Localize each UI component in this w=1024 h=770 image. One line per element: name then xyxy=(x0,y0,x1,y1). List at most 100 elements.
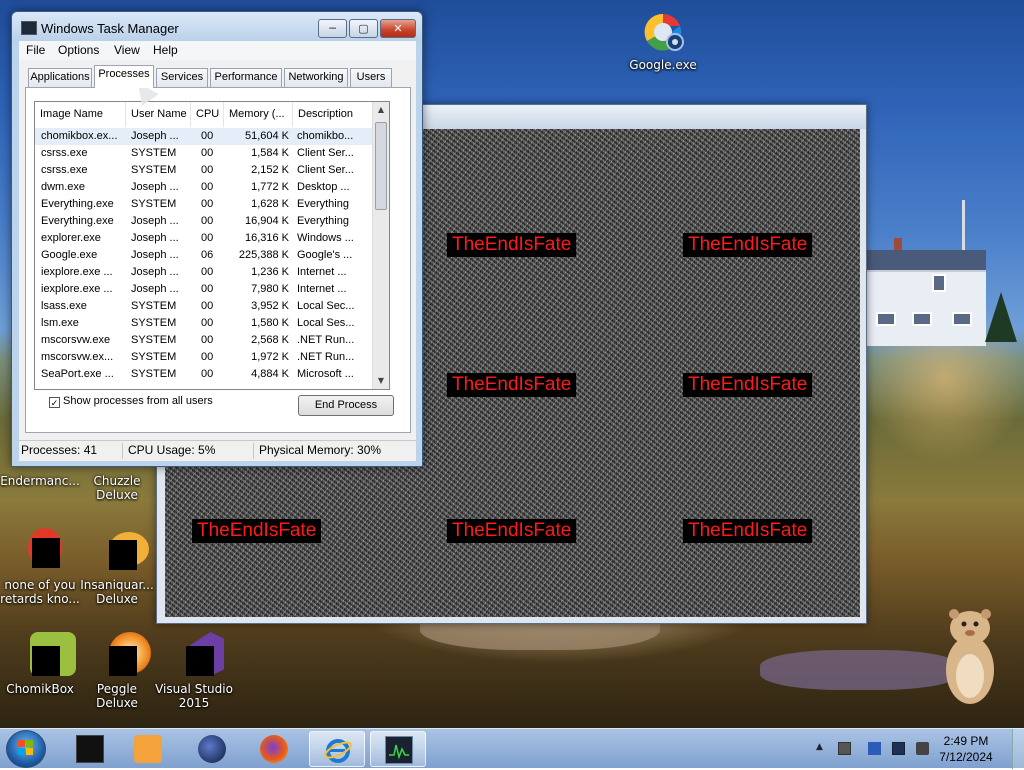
taskbar-item-internet-explorer[interactable] xyxy=(309,731,365,767)
process-cpu: 00 xyxy=(201,368,214,380)
tab-processes[interactable]: Processes xyxy=(94,65,154,88)
process-row[interactable]: Everything.exe SYSTEM 00 1,628 K Everything xyxy=(35,196,374,213)
process-row[interactable]: csrss.exe SYSTEM 00 1,584 K Client Ser... xyxy=(35,145,374,162)
column-header-cpu[interactable]: CPU xyxy=(191,102,224,127)
task-manager-icon xyxy=(21,21,37,35)
app-icon xyxy=(16,528,64,576)
process-row[interactable]: iexplore.exe ... Joseph ... 00 1,236 K Inter… xyxy=(35,264,374,281)
desktop-icon-chuzzle[interactable]: Chuzzle Deluxe xyxy=(77,474,157,502)
show-desktop-button[interactable] xyxy=(1012,729,1024,769)
process-image-name: explorer.exe xyxy=(41,232,101,244)
start-button[interactable] xyxy=(6,730,46,768)
process-row[interactable]: lsass.exe SYSTEM 00 3,952 K Local Sec... xyxy=(35,298,374,315)
show-all-processes-checkbox[interactable]: ✓ Show processes from all users xyxy=(49,395,213,408)
menu-file[interactable]: File xyxy=(26,43,45,57)
title-bar[interactable]: Windows Task Manager ─ ▢ ✕ xyxy=(12,12,422,42)
task-manager-window[interactable]: Windows Task Manager ─ ▢ ✕ File Options … xyxy=(11,11,423,467)
desktop-icon-peggle[interactable]: Peggle Deluxe xyxy=(77,632,157,710)
process-description: Internet ... xyxy=(297,283,347,295)
monitor-icon[interactable] xyxy=(892,742,905,755)
process-cpu: 00 xyxy=(201,266,214,278)
pine-tree xyxy=(985,292,1017,342)
vertical-scrollbar[interactable]: ▲ ▼ xyxy=(372,102,389,389)
process-cpu: 00 xyxy=(201,198,214,210)
task-manager-icon xyxy=(385,736,413,764)
desktop-icon-visual-studio[interactable]: Visual Studio 2015 xyxy=(154,632,234,710)
process-row[interactable]: iexplore.exe ... Joseph ... 00 7,980 K Inter… xyxy=(35,281,374,298)
process-row[interactable]: SeaPort.exe ... SYSTEM 00 4,884 K Microsoft … xyxy=(35,366,374,383)
checkbox-check-icon: ✓ xyxy=(49,397,60,408)
process-row[interactable]: Google.exe Joseph ... 06 225,388 K Google's … xyxy=(35,247,374,264)
desktop-icon-google[interactable]: Google.exe xyxy=(623,8,703,72)
process-memory: 1,584 K xyxy=(251,147,289,159)
process-description: .NET Run... xyxy=(297,351,355,363)
rock xyxy=(760,650,960,690)
column-header-memory[interactable]: Memory (... xyxy=(224,102,293,127)
process-memory: 1,580 K xyxy=(251,317,289,329)
tab-networking[interactable]: Networking xyxy=(284,68,348,87)
process-memory: 2,152 K xyxy=(251,164,289,176)
process-image-name: lsm.exe xyxy=(41,317,79,329)
menu-help[interactable]: Help xyxy=(153,43,178,57)
process-memory: 4,884 K xyxy=(251,368,289,380)
tab-applications[interactable]: Applications xyxy=(28,68,92,87)
process-cpu: 00 xyxy=(201,300,214,312)
storage-icon[interactable] xyxy=(838,742,851,755)
menu-view[interactable]: View xyxy=(114,43,140,57)
process-description: Microsoft ... xyxy=(297,368,354,380)
process-memory: 3,952 K xyxy=(251,300,289,312)
close-button[interactable]: ✕ xyxy=(380,19,416,38)
process-row[interactable]: mscorsvw.ex... SYSTEM 00 1,972 K .NET Run... xyxy=(35,349,374,366)
process-row[interactable]: lsm.exe SYSTEM 00 1,580 K Local Ses... xyxy=(35,315,374,332)
tab-users[interactable]: Users xyxy=(350,68,392,87)
process-memory: 51,604 K xyxy=(244,130,289,142)
scrollbar-thumb[interactable] xyxy=(375,122,387,210)
bluetooth-icon[interactable] xyxy=(868,742,881,755)
process-cpu: 00 xyxy=(201,215,214,227)
process-description: Client Ser... xyxy=(297,164,354,176)
process-memory: 1,972 K xyxy=(251,351,289,363)
process-user-name: Joseph ... xyxy=(131,181,179,193)
maximize-button[interactable]: ▢ xyxy=(349,19,378,38)
process-row[interactable]: Everything.exe Joseph ... 00 16,904 K Everyt… xyxy=(35,213,374,230)
column-header-user-name[interactable]: User Name xyxy=(126,102,191,127)
process-row[interactable]: dwm.exe Joseph ... 00 1,772 K Desktop ... xyxy=(35,179,374,196)
process-image-name: iexplore.exe ... xyxy=(41,283,113,295)
desktop-icon-none-of-you[interactable]: none of you retards kno... xyxy=(0,528,80,606)
column-header-image-name[interactable]: Image Name xyxy=(35,102,126,127)
process-row[interactable]: csrss.exe SYSTEM 00 2,152 K Client Ser... xyxy=(35,162,374,179)
process-memory: 2,568 K xyxy=(251,334,289,346)
minimize-button[interactable]: ─ xyxy=(318,19,347,38)
process-list[interactable]: Image Name User Name CPU Memory (... Des… xyxy=(34,101,390,390)
menu-options[interactable]: Options xyxy=(58,43,99,57)
window-title: Windows Task Manager xyxy=(41,21,179,36)
globe-icon xyxy=(198,735,226,763)
column-header-description[interactable]: Description xyxy=(293,102,373,127)
clock-time: 2:49 PM xyxy=(943,734,989,748)
desktop-icon-insaniquarium[interactable]: Insaniquar... Deluxe xyxy=(77,528,157,606)
tab-performance[interactable]: Performance xyxy=(210,68,282,87)
close-icon: ✕ xyxy=(393,22,403,35)
taskbar-item-task-manager[interactable] xyxy=(370,731,426,767)
taskbar-item-globe[interactable] xyxy=(184,731,240,767)
status-physical-memory: Physical Memory: 30% xyxy=(259,443,382,457)
process-row[interactable]: explorer.exe Joseph ... 00 16,316 K Windows … xyxy=(35,230,374,247)
process-user-name: SYSTEM xyxy=(131,300,177,312)
taskbar-item-cmd[interactable] xyxy=(62,731,118,767)
scroll-up-icon[interactable]: ▲ xyxy=(373,102,389,118)
process-row[interactable]: mscorsvw.exe SYSTEM 00 2,568 K .NET Run... xyxy=(35,332,374,349)
volume-icon[interactable] xyxy=(916,742,929,755)
taskbar-item-firefox[interactable] xyxy=(246,731,302,767)
taskbar-item-media[interactable] xyxy=(120,731,176,767)
clock[interactable]: 2:49 PM 7/12/2024 xyxy=(932,733,1000,765)
process-user-name: SYSTEM xyxy=(131,198,177,210)
tab-services[interactable]: Services xyxy=(156,68,208,87)
desktop-icon-chomikbox[interactable]: ChomikBox xyxy=(0,632,80,696)
show-hidden-icons-icon[interactable]: ▲ xyxy=(816,742,829,755)
process-row[interactable]: chomikbox.ex... Joseph ... 00 51,604 K chomi… xyxy=(35,128,374,145)
scroll-down-icon[interactable]: ▼ xyxy=(373,373,389,389)
end-process-button[interactable]: End Process xyxy=(298,395,394,416)
console-icon xyxy=(76,735,104,763)
desktop-icon-enderman[interactable]: Endermanc... xyxy=(0,474,80,488)
status-processes: Processes: 41 xyxy=(21,443,98,457)
